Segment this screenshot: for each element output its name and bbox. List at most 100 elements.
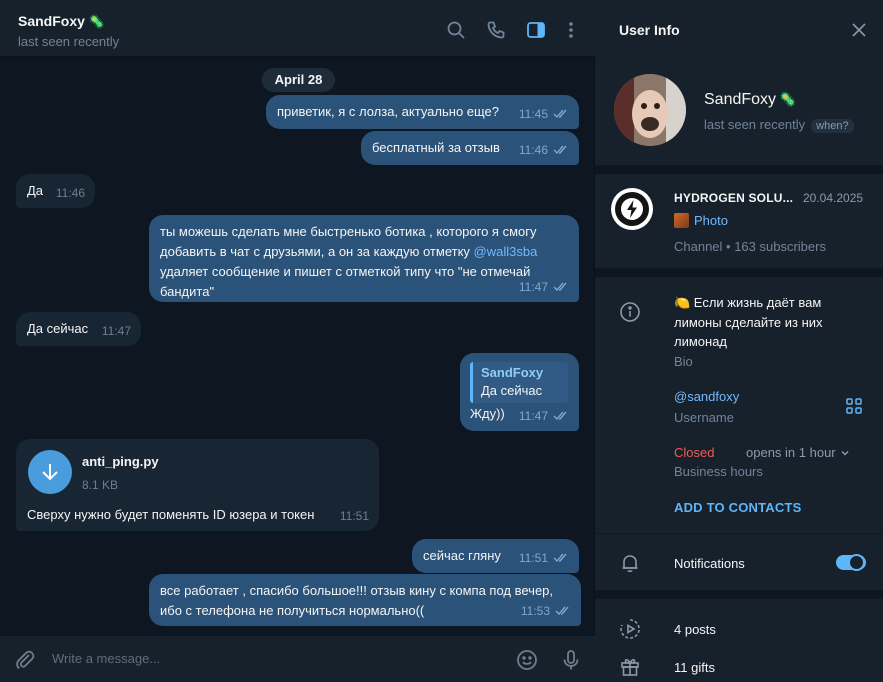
channel-post-date: 20.04.2025	[803, 191, 864, 205]
message-line-text: добавить в чат с друзьями, а он за кажду…	[160, 244, 474, 259]
message-bubble-outgoing[interactable]: SandFoxy Да сейчас Жду)) 11:47	[460, 353, 579, 431]
message-text: Жду))	[470, 406, 505, 421]
when-button[interactable]: when?	[811, 119, 854, 133]
notifications-label: Notifications	[674, 556, 745, 571]
search-icon[interactable]	[445, 19, 467, 41]
business-opens-text: opens in 1 hour	[746, 445, 836, 460]
contact-name-row[interactable]: SandFoxy 🦠	[18, 13, 105, 30]
reply-author: SandFoxy	[481, 365, 544, 380]
read-checks-icon	[555, 606, 569, 616]
channel-name: HYDROGEN SOLU...	[674, 191, 794, 205]
message-line: ибо с телефона не получиться нормально((	[160, 603, 425, 618]
message-line: ты можешь сделать мне быстренько ботика …	[160, 224, 537, 239]
read-checks-icon	[553, 282, 567, 292]
contact-status: last seen recently	[18, 34, 120, 49]
message-bubble-outgoing[interactable]: ты можешь сделать мне быстренько ботика …	[149, 215, 579, 302]
add-to-contacts-button[interactable]: ADD TO CONTACTS	[674, 500, 801, 515]
section-divider	[595, 590, 883, 599]
business-status: Closed	[674, 445, 715, 460]
read-checks-icon	[553, 411, 567, 421]
reply-text: Да сейчас	[481, 383, 543, 398]
message-line: бандита"	[160, 284, 215, 299]
avatar[interactable]	[614, 74, 686, 146]
emoji-status-icon: 🦠	[779, 91, 797, 107]
date-separator: April 28	[262, 68, 335, 92]
read-checks-icon	[553, 145, 567, 155]
more-menu-icon[interactable]	[560, 19, 582, 41]
message-meta: 11:46	[519, 140, 569, 160]
message-time: 11:51	[518, 551, 548, 565]
message-bubble-incoming[interactable]: Да сейчас 11:47	[16, 312, 141, 346]
contact-name[interactable]: SandFoxy	[18, 13, 85, 29]
attach-icon[interactable]	[13, 648, 37, 672]
username-label: Username	[674, 410, 734, 425]
file-name[interactable]: anti_ping.py	[82, 452, 159, 472]
message-bubble-outgoing[interactable]: сейчас гляну 11:51	[412, 539, 579, 573]
sidebar-toggle-icon[interactable]	[525, 19, 547, 41]
close-icon[interactable]	[851, 22, 867, 38]
section-divider	[595, 268, 883, 277]
lightning-icon	[621, 198, 643, 220]
message-meta: 11:47	[102, 321, 131, 341]
download-button[interactable]	[28, 450, 72, 494]
reply-quote[interactable]: SandFoxy Да сейчас	[470, 362, 568, 403]
message-time: 11:53	[520, 604, 550, 618]
bell-icon	[619, 552, 641, 574]
message-time: 11:45	[518, 107, 548, 121]
info-icon	[619, 301, 641, 323]
notifications-toggle[interactable]	[836, 554, 866, 571]
message-text: все работает , спасибо большое!!! отзыв …	[160, 581, 570, 621]
message-bubble-outgoing[interactable]: все работает , спасибо большое!!! отзыв …	[149, 574, 581, 626]
message-time: 11:46	[518, 143, 548, 157]
business-hours-dropdown[interactable]: opens in 1 hour	[746, 445, 850, 460]
bio-label: Bio	[674, 354, 693, 369]
photo-thumbnail	[674, 213, 689, 228]
message-bubble-outgoing[interactable]: приветик, я с лолза, актуально еще? 11:4…	[266, 95, 579, 129]
message-meta: 11:45	[519, 104, 569, 124]
file-size: 8.1 KB	[82, 478, 119, 492]
message-bubble-outgoing[interactable]: бесплатный за отзыв 11:46	[361, 131, 579, 165]
message-line: удаляет сообщение и пишет с отметкой тип…	[160, 264, 531, 279]
username-value[interactable]: @sandfoxy	[674, 389, 739, 404]
mention-link[interactable]: @wall3sba	[474, 244, 538, 259]
microphone-icon[interactable]	[559, 648, 583, 672]
profile-status: last seen recently when?	[704, 117, 854, 133]
message-bubble-incoming[interactable]: Да 11:46	[16, 174, 95, 208]
section-divider	[595, 533, 883, 534]
message-time: 11:46	[55, 186, 85, 200]
message-meta: 11:46	[56, 183, 85, 203]
message-meta: 11:53	[521, 601, 571, 621]
business-hours-label: Business hours	[674, 464, 763, 479]
posts-count[interactable]: 4 posts	[674, 622, 716, 637]
message-line: все работает , спасибо большое!!! отзыв …	[160, 583, 554, 598]
message-input[interactable]: Write a message...	[52, 651, 160, 666]
message-time: 11:51	[339, 509, 369, 523]
message-meta: 11:51	[519, 548, 569, 568]
phone-icon[interactable]	[485, 19, 507, 41]
chevron-down-icon	[841, 450, 849, 456]
profile-status-text: last seen recently	[704, 117, 806, 132]
profile-name-row: SandFoxy 🦠	[704, 91, 796, 109]
posts-icon	[619, 618, 641, 640]
message-bubble-file[interactable]: anti_ping.py 8.1 KB Сверху нужно будет п…	[16, 439, 379, 531]
file-caption: Сверху нужно будет поменять ID юзера и т…	[27, 507, 315, 522]
qr-code-icon[interactable]	[846, 398, 862, 414]
message-composer: Write a message...	[0, 635, 595, 682]
message-meta: 11:51	[340, 506, 369, 526]
emoji-icon[interactable]	[515, 648, 539, 672]
channel-last-post: Photo	[674, 213, 728, 228]
channel-post-label: Photo	[694, 213, 728, 228]
gift-icon	[619, 655, 641, 677]
section-divider	[595, 165, 883, 174]
read-checks-icon	[553, 109, 567, 119]
chat-header[interactable]: SandFoxy 🦠 last seen recently	[0, 0, 595, 57]
channel-avatar	[611, 188, 653, 230]
message-list[interactable]: April 28 приветик, я с лолза, актуально …	[0, 57, 595, 635]
bio-text: 🍋 Если жизнь даёт вам лимоны сделайте из…	[674, 295, 823, 349]
message-meta: 11:47	[519, 406, 569, 426]
message-time: 11:47	[518, 280, 548, 294]
gifts-count[interactable]: 11 gifts	[674, 660, 715, 675]
toggle-knob	[848, 554, 865, 571]
panel-title: User Info	[619, 22, 680, 38]
chat-panel: SandFoxy 🦠 last seen recently April 28 пр…	[0, 0, 595, 682]
